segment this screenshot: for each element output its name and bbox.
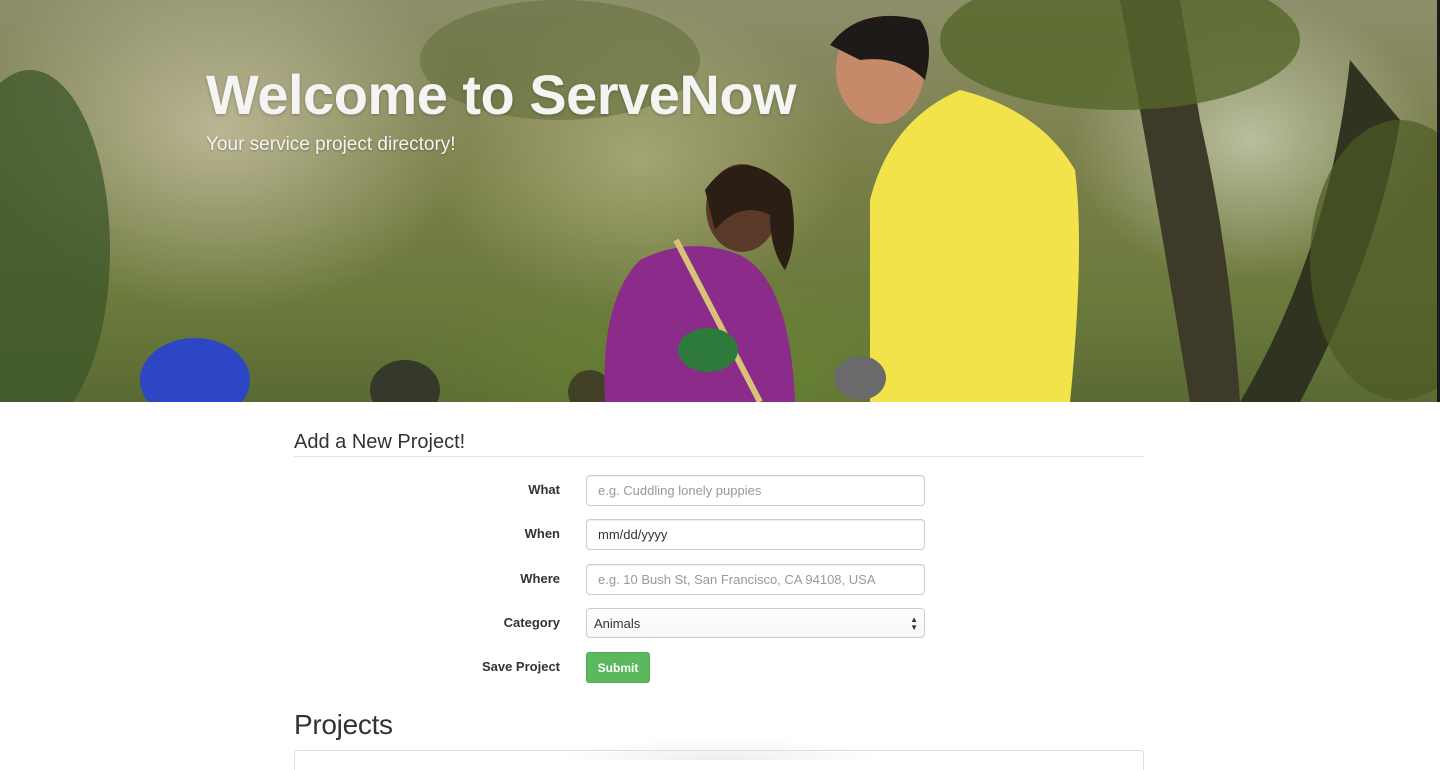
main-container: Add a New Project! What When Where Categ… [294,402,1144,770]
form-row-what: What [294,475,1144,507]
select-arrows-icon: ▲ ▼ [910,615,918,632]
form-row-category: Category Animals ▲ ▼ [294,608,1144,640]
person-yellow-shirt [870,90,1079,402]
what-input[interactable] [586,475,925,506]
foliage [940,0,1300,110]
foliage [0,70,110,402]
when-label: When [524,526,560,541]
background-person [370,360,440,402]
projects-heading: Projects [294,709,393,740]
hero-photo [0,0,1440,402]
category-label: Category [503,615,560,630]
form-row-when: When [294,519,1144,551]
background-person [140,338,250,402]
green-glove [678,328,738,372]
person-purple-hoodie [604,246,795,402]
where-input[interactable] [586,564,925,595]
form-row-save: Save Project Submit [294,652,1144,684]
hero-subtitle: Your service project directory! [206,134,456,155]
category-selected-value: Animals [594,616,641,631]
category-select[interactable]: Animals ▲ ▼ [586,608,925,638]
submit-button[interactable]: Submit [586,652,650,683]
form-row-where: Where [294,564,1144,596]
hero-banner: Welcome to ServeNow Your service project… [0,0,1440,402]
foliage [1310,120,1440,400]
projects-panel [294,750,1144,770]
what-label: What [528,482,560,497]
where-label: Where [520,571,560,586]
save-project-label: Save Project [481,659,560,674]
hero-title: Welcome to ServeNow [206,63,797,126]
when-date-input[interactable] [586,519,925,550]
form-legend: Add a New Project! [294,402,1144,457]
gray-glove [834,356,886,400]
